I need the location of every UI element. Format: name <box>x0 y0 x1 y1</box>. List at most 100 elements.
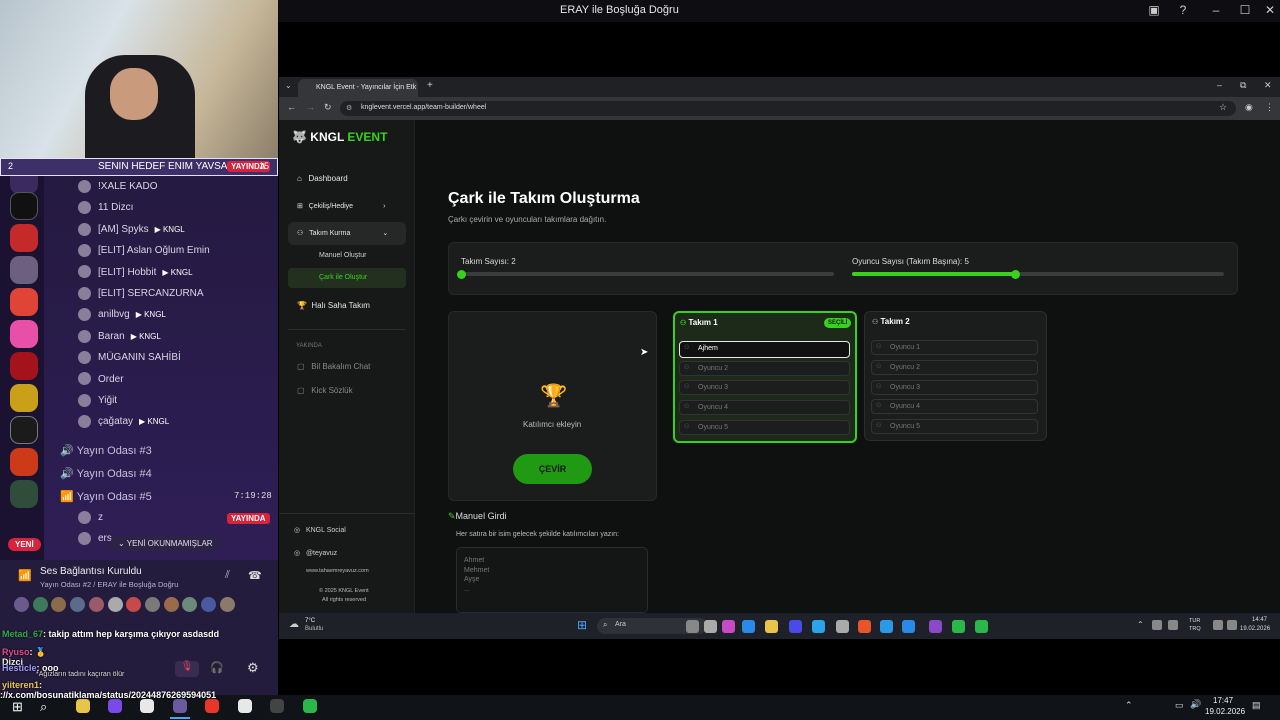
nav-kick[interactable]: ▢ Kick Sözlük <box>297 386 353 395</box>
guild-icon[interactable] <box>10 224 38 252</box>
windows-start-icon[interactable]: ⊞ <box>12 699 23 715</box>
taskbar-app-icon[interactable] <box>108 699 122 713</box>
guild-icon[interactable] <box>10 320 38 348</box>
lang-indicator[interactable]: TUR <box>1189 618 1200 624</box>
team2-slot-input[interactable]: Oyuncu 1 <box>871 340 1038 355</box>
new-tab-icon[interactable]: + <box>427 80 433 91</box>
site-link[interactable]: www.tahaemreyavuz.com <box>306 568 369 574</box>
reload-icon[interactable]: ↻ <box>324 102 332 113</box>
search-icon[interactable]: ⌕ <box>40 699 47 715</box>
network-icon[interactable]: ▭ <box>1175 700 1184 711</box>
taskbar-app-icon[interactable] <box>76 699 90 713</box>
voice-channel-5[interactable]: 📶 Yayın Odası #5 <box>60 490 152 503</box>
voice-user-row[interactable]: MÜGANIN SAHİBİ <box>78 349 181 367</box>
taskbar-app-icon[interactable] <box>704 620 717 633</box>
team1-slot-input[interactable]: Oyuncu 5 <box>679 419 850 435</box>
taskbar-app-icon[interactable] <box>952 620 965 633</box>
window-restore-icon[interactable]: ⧉ <box>1240 80 1246 91</box>
volume-icon[interactable]: 🔊 <box>1190 699 1201 710</box>
voice-member-avatar[interactable] <box>219 597 235 612</box>
guild-icon[interactable] <box>10 480 38 508</box>
team2-slot-input[interactable]: Oyuncu 3 <box>871 379 1038 395</box>
taskbar-app-icon[interactable] <box>270 699 284 713</box>
nav-cark[interactable]: Çark ile Oluştur <box>319 274 367 281</box>
guild-icon[interactable] <box>10 256 38 284</box>
taskbar-app-icon[interactable] <box>303 699 317 713</box>
taskbar-app-icon[interactable] <box>858 620 871 633</box>
taskbar-app-icon[interactable] <box>722 620 735 633</box>
voice-user-row[interactable]: [ELIT] Hobbit ▶ KNGL <box>78 264 193 282</box>
voice-user-row[interactable]: [ELIT] Aslan Oğlum Emin <box>78 242 210 260</box>
headphone-icon[interactable]: 🎧 <box>210 661 224 674</box>
voice-user-row[interactable]: anilbvg ▶ KNGL <box>78 306 166 324</box>
voice-user-row[interactable]: Baran ▶ KNGL <box>78 328 161 346</box>
taskbar-app-icon[interactable] <box>836 620 849 633</box>
notification-icon[interactable]: ▤ <box>1252 700 1261 711</box>
voice-member-avatar[interactable] <box>70 597 86 612</box>
site-info-icon[interactable]: ⚙ <box>346 104 352 112</box>
nav-manuel[interactable]: Manuel Oluştur <box>319 252 366 259</box>
voice-user-row[interactable]: !XALE KADO <box>78 178 157 196</box>
spin-button[interactable]: ÇEVİR <box>513 454 592 484</box>
voice-member-avatar[interactable] <box>144 597 160 612</box>
chat-icon[interactable]: ▣ <box>1146 3 1162 19</box>
tray-icon[interactable] <box>1227 620 1237 630</box>
voice-user-row[interactable]: Yiğit <box>78 392 117 410</box>
settings-gear-icon[interactable]: ⚙ <box>247 660 259 676</box>
taskbar-app-icon[interactable] <box>902 620 915 633</box>
new-unread-pill[interactable]: ⌄ YENİ OKUNMAMIŞLAR <box>110 536 221 551</box>
guild-icon[interactable] <box>10 352 38 380</box>
team1-slot-input[interactable]: Oyuncu 2 <box>679 360 850 376</box>
player-count-knob[interactable] <box>1011 269 1021 279</box>
close-icon[interactable]: ✕ <box>1262 3 1278 19</box>
guild-icon[interactable] <box>10 384 38 412</box>
taskbar-app-icon[interactable] <box>789 620 802 633</box>
nav-takim[interactable]: ⚇ Takım Kurma ⌄ <box>297 229 388 237</box>
voice-member-avatar[interactable] <box>32 597 48 612</box>
taskbar-app-icon[interactable] <box>686 620 699 633</box>
windows-start-icon[interactable]: ⊞ <box>577 618 587 632</box>
taskbar-app-icon[interactable] <box>880 620 893 633</box>
team-count-knob[interactable] <box>456 269 466 279</box>
voice-member-avatar[interactable] <box>163 597 179 612</box>
taskbar-app-icon[interactable] <box>975 620 988 633</box>
taskbar-app-icon[interactable] <box>765 620 778 633</box>
taskbar-app-icon[interactable] <box>173 699 187 713</box>
guild-icon[interactable] <box>10 192 38 220</box>
voice-member-avatar[interactable] <box>107 597 123 612</box>
window-minimize-icon[interactable]: – <box>1217 80 1222 90</box>
team2-slot-input[interactable]: Oyuncu 5 <box>871 419 1038 435</box>
menu-icon[interactable]: ⋮ <box>1265 102 1274 113</box>
voice-user-row[interactable]: Order <box>78 371 124 389</box>
voice-channel-4[interactable]: 🔊 Yayın Odası #4 <box>60 467 152 480</box>
bookmark-star-icon[interactable]: ☆ <box>1219 102 1227 113</box>
tray-icon[interactable] <box>1152 620 1162 630</box>
tray-chevron-icon[interactable]: ⌃ <box>1125 700 1133 711</box>
team1-slot-input[interactable]: Oyuncu 4 <box>679 400 850 416</box>
manual-participants-textarea[interactable]: Ahmet Mehmet Ayşe ... <box>456 547 648 613</box>
noise-suppression-icon[interactable]: ⫽ <box>225 569 230 582</box>
help-icon[interactable]: ? <box>1175 3 1191 19</box>
nav-hali[interactable]: 🏆 Halı Saha Takım <box>297 301 370 310</box>
voice-member-avatar[interactable] <box>88 597 104 612</box>
window-close-icon[interactable]: ✕ <box>1264 80 1272 91</box>
voice-user-row[interactable]: çağatay ▶ KNGL <box>78 413 169 431</box>
voice-user-row[interactable]: [ELIT] SERCANZURNA <box>78 285 204 303</box>
tray-chevron-icon[interactable]: ⌃ <box>1137 620 1144 629</box>
taskbar-app-icon[interactable] <box>812 620 825 633</box>
nav-bil[interactable]: ▢ Bil Bakalım Chat <box>297 362 370 371</box>
team1-slot-input[interactable]: Oyuncu 3 <box>679 380 850 396</box>
voice-user-row[interactable]: 11 Dizcı <box>78 199 133 217</box>
nav-dashboard[interactable]: ⌂ Dashboard <box>297 174 348 183</box>
guild-icon[interactable] <box>10 288 38 316</box>
social-link[interactable]: ◎ KNGL Social <box>294 526 346 534</box>
guild-icon[interactable] <box>10 448 38 476</box>
disconnect-icon[interactable]: ☎ <box>248 569 262 582</box>
inner-clock-time[interactable]: 14:47 <box>1252 617 1267 623</box>
voice-channel-3[interactable]: 🔊 Yayın Odası #3 <box>60 444 152 457</box>
browser-tab[interactable]: KNGL Event - Yayıncılar İçin Etk <box>298 79 418 97</box>
taskbar-app-icon[interactable] <box>929 620 942 633</box>
nav-cekilis[interactable]: ⊞ Çekiliş/Hediye › <box>297 202 385 210</box>
forward-icon[interactable]: → <box>306 102 315 112</box>
outer-clock-time[interactable]: 17:47 <box>1213 696 1233 705</box>
